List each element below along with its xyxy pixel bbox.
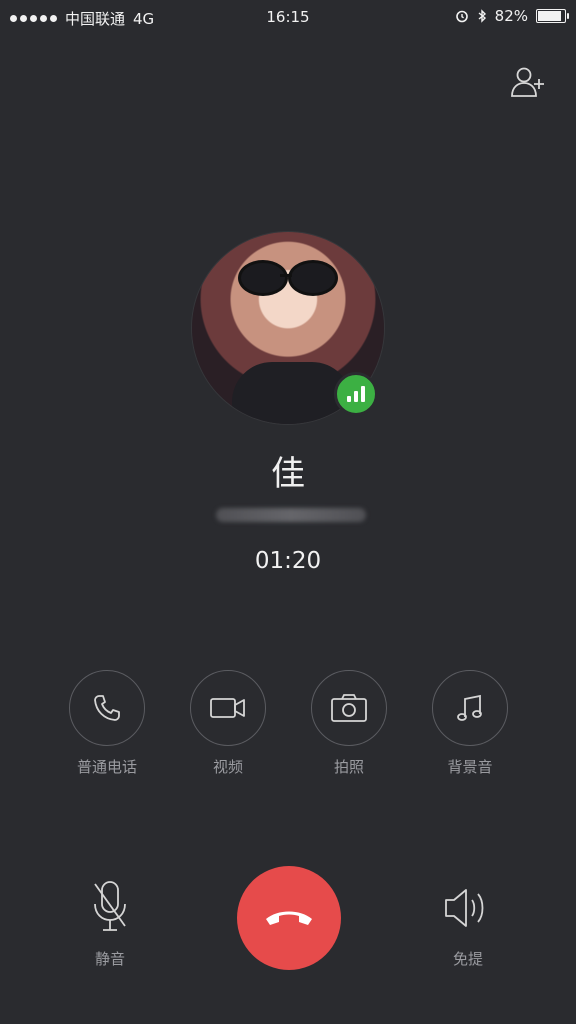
video-label: 视频 (212, 758, 243, 776)
call-signal-badge (334, 372, 378, 416)
speaker-button[interactable]: 免提 (418, 878, 518, 969)
hang-up-phone-icon (266, 911, 312, 925)
alarm-icon (455, 10, 468, 23)
battery-percent: 82% (494, 7, 528, 25)
phone-icon (94, 695, 120, 721)
regular-call-label: 普通电话 (76, 758, 137, 776)
video-button[interactable]: 视频 (178, 670, 278, 777)
music-icon (457, 694, 482, 721)
video-icon (210, 698, 245, 718)
speaker-icon (445, 889, 484, 927)
background-music-button[interactable]: 背景音 (420, 670, 520, 777)
photo-button[interactable]: 拍照 (299, 670, 399, 777)
battery-icon (536, 9, 569, 23)
contact-name: 佳 (271, 454, 305, 494)
status-bar: 中国联通 4G 16:15 82% (0, 0, 576, 36)
blurred-phone-number (216, 508, 366, 522)
call-actions: 普通电话 视频 拍照 背景音 (0, 670, 576, 790)
camera-icon (331, 694, 367, 722)
mute-mic-icon (94, 881, 126, 931)
action-circle (432, 670, 508, 746)
avatar-detail (280, 274, 292, 277)
add-contact-button[interactable] (508, 62, 548, 102)
status-right: 82% (455, 7, 569, 25)
mute-label: 静音 (94, 950, 125, 968)
signal-bars-icon (347, 386, 365, 402)
action-circle (190, 670, 266, 746)
mute-button[interactable]: 静音 (60, 878, 160, 969)
photo-label: 拍照 (333, 758, 364, 776)
add-person-icon (511, 67, 544, 97)
hang-up-button[interactable] (237, 866, 341, 970)
action-circle (311, 670, 387, 746)
speaker-label: 免提 (452, 950, 483, 968)
bluetooth-icon (478, 9, 486, 23)
call-duration: 01:20 (254, 548, 322, 574)
avatar-detail (238, 260, 288, 296)
background-music-label: 背景音 (447, 758, 493, 776)
regular-call-button[interactable]: 普通电话 (57, 670, 157, 777)
action-circle (69, 670, 145, 746)
avatar-detail (288, 260, 338, 296)
